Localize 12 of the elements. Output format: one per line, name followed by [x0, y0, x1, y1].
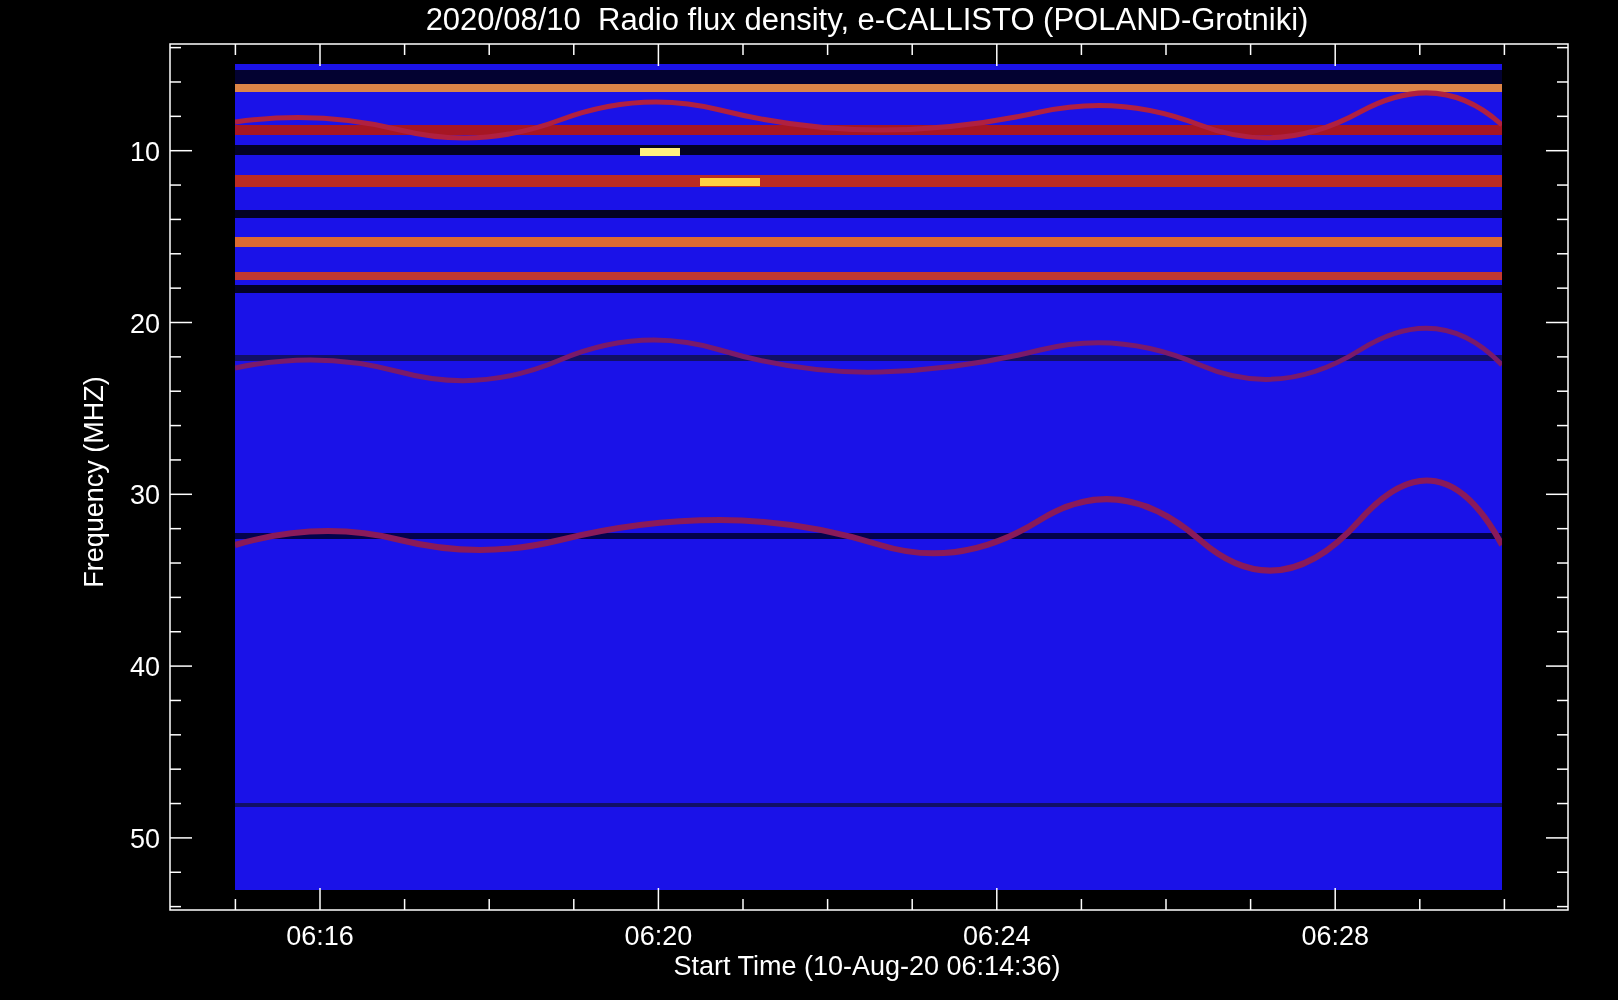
x-tick-label: 06:20 — [624, 921, 693, 951]
chart-title: 2020/08/10 Radio flux density, e-CALLISTO (POLAND-Grotniki) — [425, 2, 1309, 37]
y-tick-label: 30 — [129, 480, 160, 511]
y-tick-label: 40 — [129, 652, 160, 683]
y-tick-label: 10 — [129, 136, 160, 167]
y-tick-label: 20 — [129, 308, 160, 339]
x-tick-label: 06:24 — [963, 921, 1031, 951]
x-tick-label: 06:16 — [286, 921, 354, 951]
x-axis-label: Start Time (10-Aug-20 06:14:36) — [673, 951, 1061, 981]
y-tick-label: 50 — [129, 823, 160, 854]
x-tick-label: 06:28 — [1301, 921, 1369, 951]
y-axis-label: Frequency (MHZ) — [79, 376, 109, 588]
